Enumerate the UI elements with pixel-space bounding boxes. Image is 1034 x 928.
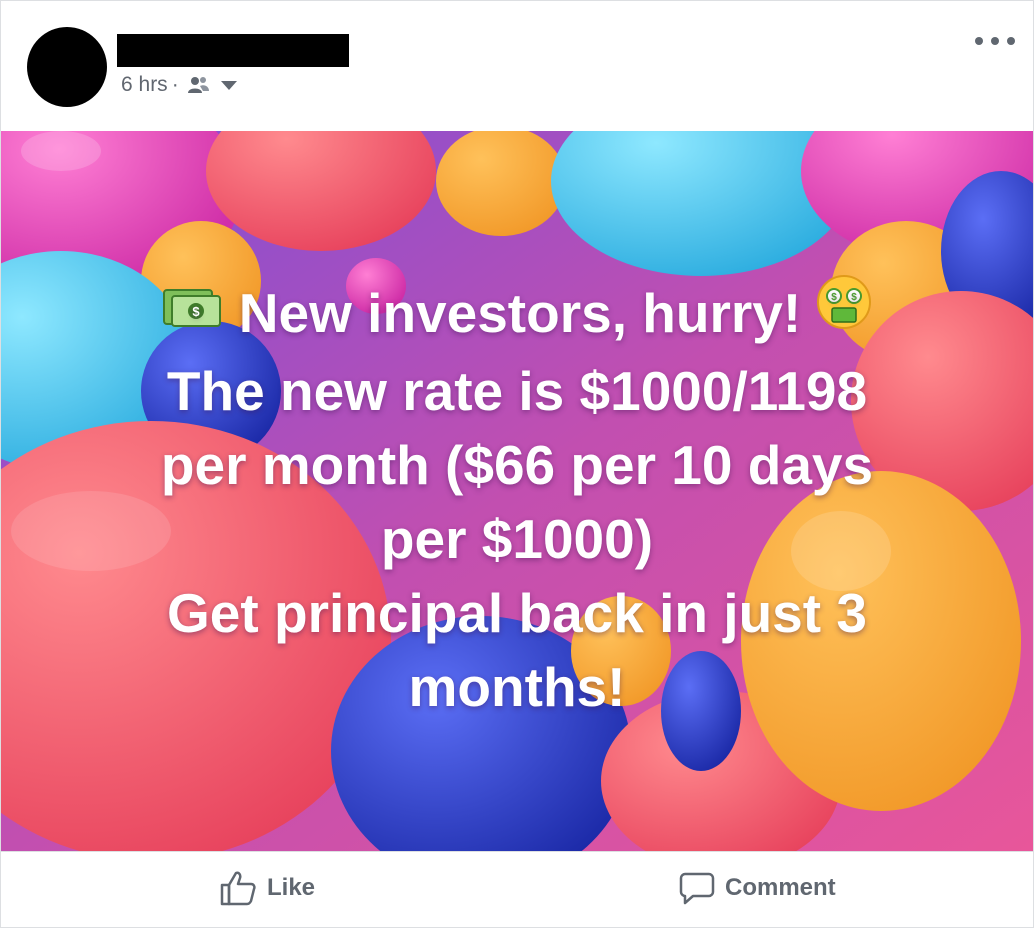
money-mouth-face-icon: $ $ — [816, 274, 872, 348]
like-button[interactable]: Like — [219, 868, 315, 908]
text-line-2: The new rate is $1000/1198 — [166, 360, 868, 423]
comment-icon — [679, 872, 715, 905]
more-options-icon[interactable] — [975, 29, 1015, 53]
svg-text:$: $ — [852, 292, 858, 303]
text-line-3: per month ($66 per 10 days — [160, 434, 874, 497]
text-line-4: per $1000) — [380, 508, 654, 571]
post-meta: 6 hrs · — [121, 73, 237, 97]
svg-text:$: $ — [192, 304, 200, 319]
comment-button[interactable]: Comment — [679, 868, 836, 908]
meta-separator: · — [171, 73, 179, 96]
friends-icon[interactable] — [187, 75, 211, 95]
post-text: $ New investors, hurry! $ $ The new rate… — [1, 274, 1033, 724]
post-actions: Like Comment — [1, 851, 1033, 927]
svg-text:$: $ — [832, 292, 838, 303]
like-label: Like — [267, 874, 316, 901]
money-icon: $ — [162, 274, 224, 348]
text-line-5: Get principal back in just 3 — [167, 582, 867, 645]
thumbs-up-icon — [220, 871, 256, 906]
redacted-author-name[interactable] — [117, 34, 349, 67]
post-timestamp[interactable]: 6 hrs — [121, 73, 168, 97]
text-line-1: $ New investors, hurry! $ $ — [1, 274, 1033, 354]
text-line-6: months! — [408, 656, 626, 719]
post-image[interactable]: $ New investors, hurry! $ $ The new rate… — [1, 131, 1033, 851]
chevron-down-icon[interactable] — [220, 73, 237, 97]
facebook-post: 6 hrs · $ New investors, hurry! $ $ The … — [0, 0, 1034, 928]
comment-label: Comment — [725, 874, 836, 901]
avatar[interactable] — [27, 27, 107, 107]
